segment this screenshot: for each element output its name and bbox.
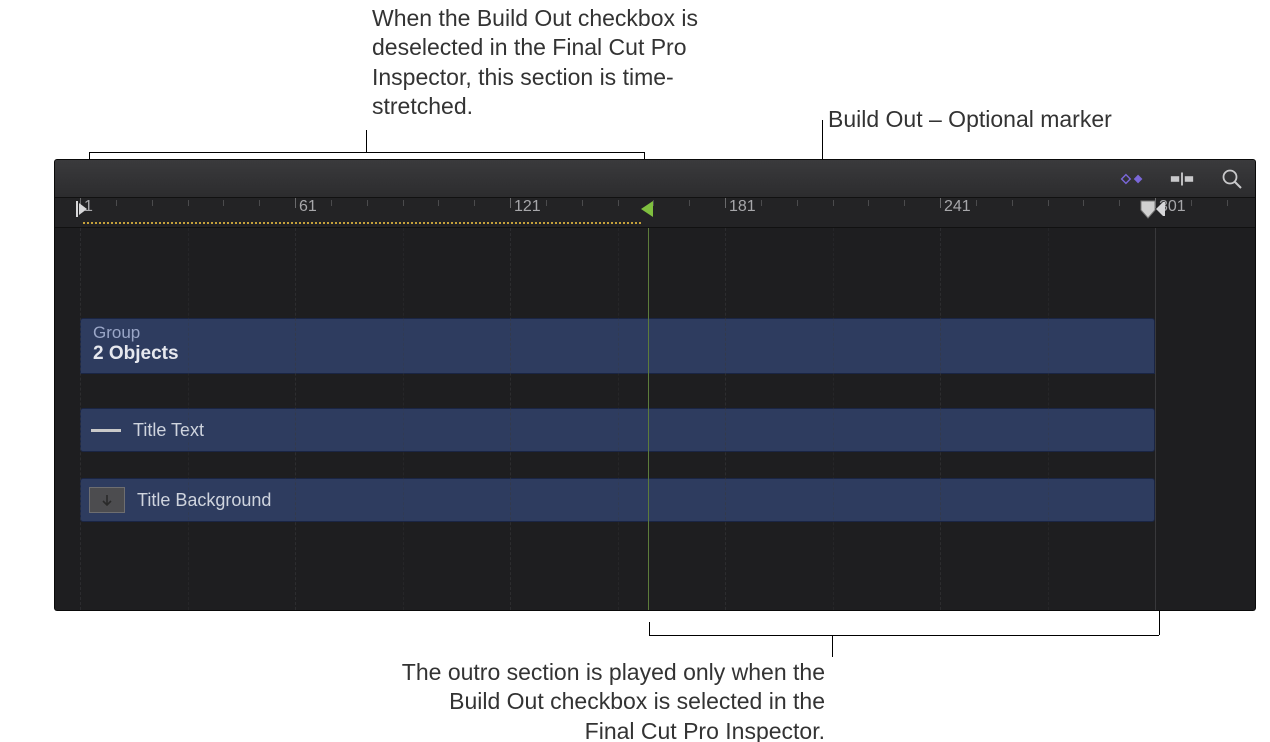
ruler-tick-minor bbox=[868, 200, 869, 206]
timeline-ruler[interactable]: 161121181241301 bbox=[55, 198, 1255, 228]
ruler-tick-minor bbox=[904, 200, 905, 206]
callout-leader bbox=[832, 635, 833, 657]
ruler-tick-minor bbox=[618, 200, 619, 206]
timeline-track-area[interactable]: Group 2 Objects Title Text Title Backgro… bbox=[55, 228, 1255, 610]
ruler-tick-minor bbox=[1227, 200, 1228, 206]
grid-line bbox=[510, 228, 511, 610]
ruler-tick-minor bbox=[976, 200, 977, 206]
ruler-tick-minor bbox=[582, 200, 583, 206]
ruler-tick-minor bbox=[223, 200, 224, 206]
ruler-tick-major bbox=[295, 198, 296, 208]
ruler-tick-minor bbox=[1083, 200, 1084, 206]
ruler-tick-minor bbox=[1119, 200, 1120, 206]
grid-line bbox=[618, 228, 619, 610]
ruler-tick-minor bbox=[438, 200, 439, 206]
grid-line bbox=[833, 228, 834, 610]
end-marker[interactable] bbox=[1139, 199, 1165, 221]
build-out-marker[interactable] bbox=[639, 199, 655, 219]
callout-bracket bbox=[89, 152, 644, 153]
ruler-tick-minor bbox=[188, 200, 189, 206]
ruler-tick-minor bbox=[367, 200, 368, 206]
annotation-top-right: Build Out – Optional marker bbox=[828, 105, 1188, 134]
grid-line bbox=[1155, 228, 1156, 610]
grid-line bbox=[188, 228, 189, 610]
ruler-tick-minor bbox=[689, 200, 690, 206]
track-label: Title Text bbox=[121, 420, 204, 441]
ruler-start-marker[interactable] bbox=[75, 199, 91, 219]
trim-tool-icon[interactable] bbox=[1169, 167, 1195, 191]
zoom-icon[interactable] bbox=[1219, 167, 1245, 191]
ruler-tick-minor bbox=[1191, 200, 1192, 206]
keyframe-tool-icon[interactable] bbox=[1119, 167, 1145, 191]
annotation-bottom: The outro section is played only when th… bbox=[395, 658, 825, 742]
grid-line bbox=[1048, 228, 1049, 610]
grid-line bbox=[725, 228, 726, 610]
ruler-tick-minor bbox=[761, 200, 762, 206]
ruler-tick-minor bbox=[259, 200, 260, 206]
ruler-label: 181 bbox=[729, 198, 756, 216]
ruler-tick-minor bbox=[797, 200, 798, 206]
timeline-toolbar bbox=[55, 160, 1255, 198]
grid-line bbox=[295, 228, 296, 610]
grid-line bbox=[940, 228, 941, 610]
timeline-panel: 161121181241301 bbox=[55, 160, 1255, 610]
ruler-tick-minor bbox=[152, 200, 153, 206]
ruler-tick-minor bbox=[1012, 200, 1013, 206]
ruler-tick-minor bbox=[474, 200, 475, 206]
ruler-tick-major bbox=[725, 198, 726, 208]
callout-bracket bbox=[649, 635, 1159, 636]
annotation-top-left: When the Build Out checkbox is deselecte… bbox=[372, 4, 712, 122]
image-thumb-icon bbox=[89, 487, 125, 513]
ruler-label: 121 bbox=[514, 198, 541, 216]
ruler-tick-major bbox=[510, 198, 511, 208]
ruler-tick-minor bbox=[833, 200, 834, 206]
text-thumb-icon bbox=[91, 429, 121, 432]
grid-line bbox=[80, 228, 81, 610]
ruler-tick-minor bbox=[546, 200, 547, 206]
ruler-tick-minor bbox=[1048, 200, 1049, 206]
ruler-label: 61 bbox=[299, 198, 317, 216]
callout-leader bbox=[822, 120, 823, 160]
callout-bracket-end bbox=[1159, 622, 1160, 635]
play-range-indicator bbox=[83, 222, 641, 224]
callout-bracket-end bbox=[649, 622, 650, 635]
track-label: Title Background bbox=[125, 490, 271, 511]
ruler-tick-major bbox=[940, 198, 941, 208]
grid-line bbox=[403, 228, 404, 610]
build-out-line bbox=[648, 228, 649, 610]
callout-leader bbox=[1159, 610, 1160, 622]
ruler-tick-minor bbox=[331, 200, 332, 206]
callout-leader bbox=[366, 130, 367, 152]
ruler-label: 241 bbox=[944, 198, 971, 216]
ruler-tick-minor bbox=[116, 200, 117, 206]
ruler-tick-minor bbox=[403, 200, 404, 206]
